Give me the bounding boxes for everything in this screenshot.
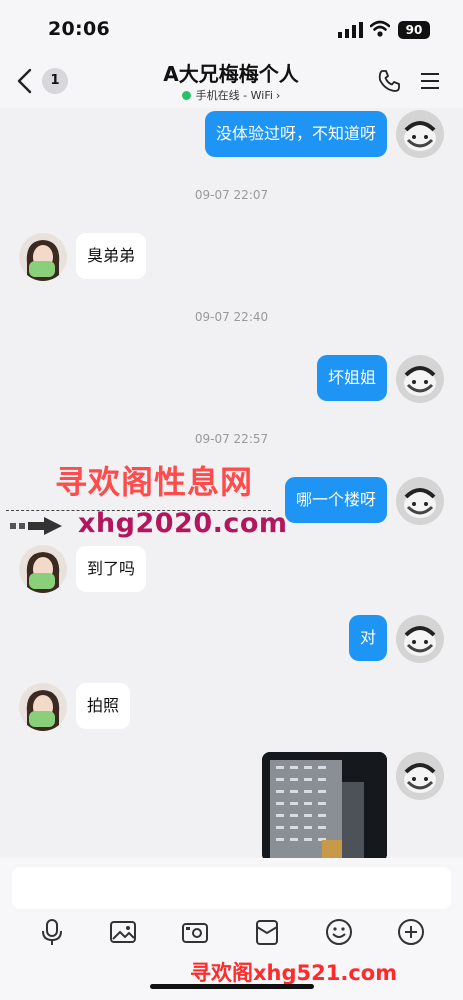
- chat-title[interactable]: A大兄梅梅个人: [100, 58, 362, 87]
- image-icon[interactable]: [108, 917, 138, 947]
- phone-icon[interactable]: [376, 68, 402, 94]
- signal-icon: [338, 22, 363, 38]
- red-packet-icon[interactable]: [252, 917, 282, 947]
- online-dot-icon: [181, 91, 191, 100]
- message-input[interactable]: [12, 867, 451, 909]
- contact-avatar[interactable]: [19, 233, 67, 281]
- wifi-icon: [370, 20, 390, 37]
- message-bubble-incoming[interactable]: 拍照: [76, 683, 131, 729]
- watermark-url: xhg2020.com: [78, 508, 288, 539]
- message-bubble-outgoing[interactable]: 对: [348, 615, 387, 661]
- status-time: 20:06: [48, 18, 110, 40]
- emoji-icon[interactable]: [324, 917, 354, 947]
- watermark-arrow-icon: [10, 517, 62, 535]
- camera-icon[interactable]: [180, 917, 210, 947]
- message-bubble-outgoing[interactable]: 没体验过呀，不知道呀: [204, 111, 387, 157]
- watermark-title: 寻欢阁性息网: [55, 463, 254, 501]
- building-photo-image: [262, 752, 387, 862]
- presence-status[interactable]: 手机在线 - WiFi ›: [100, 87, 362, 103]
- timestamp: 09-07 22:07: [194, 188, 269, 202]
- battery-indicator: 90: [398, 21, 430, 39]
- message-bubble-incoming[interactable]: 臭弟弟: [76, 233, 147, 279]
- timestamp: 09-07 22:40: [194, 310, 269, 324]
- my-avatar[interactable]: [396, 752, 444, 800]
- unread-badge[interactable]: 1: [42, 68, 68, 94]
- plus-icon[interactable]: [396, 917, 426, 947]
- my-avatar[interactable]: [396, 110, 444, 158]
- my-avatar[interactable]: [396, 355, 444, 403]
- my-avatar[interactable]: [396, 477, 444, 525]
- chevron-right-icon: ›: [275, 89, 281, 102]
- menu-icon[interactable]: [420, 70, 440, 92]
- message-bubble-incoming[interactable]: 到了吗: [76, 546, 147, 592]
- message-bubble-outgoing[interactable]: 哪一个楼呀: [284, 477, 387, 523]
- photo-message[interactable]: [262, 752, 387, 862]
- back-arrow-icon[interactable]: [14, 66, 36, 96]
- watermark-bottom: 寻欢阁xhg521.com: [190, 961, 398, 985]
- microphone-icon[interactable]: [37, 917, 67, 947]
- home-indicator[interactable]: [150, 984, 314, 989]
- presence-text: 手机在线 - WiFi: [195, 89, 273, 102]
- my-avatar[interactable]: [396, 615, 444, 663]
- contact-avatar[interactable]: [19, 545, 67, 593]
- timestamp: 09-07 22:57: [194, 432, 269, 446]
- contact-avatar[interactable]: [19, 683, 67, 731]
- message-bubble-outgoing[interactable]: 坏姐姐: [316, 355, 387, 401]
